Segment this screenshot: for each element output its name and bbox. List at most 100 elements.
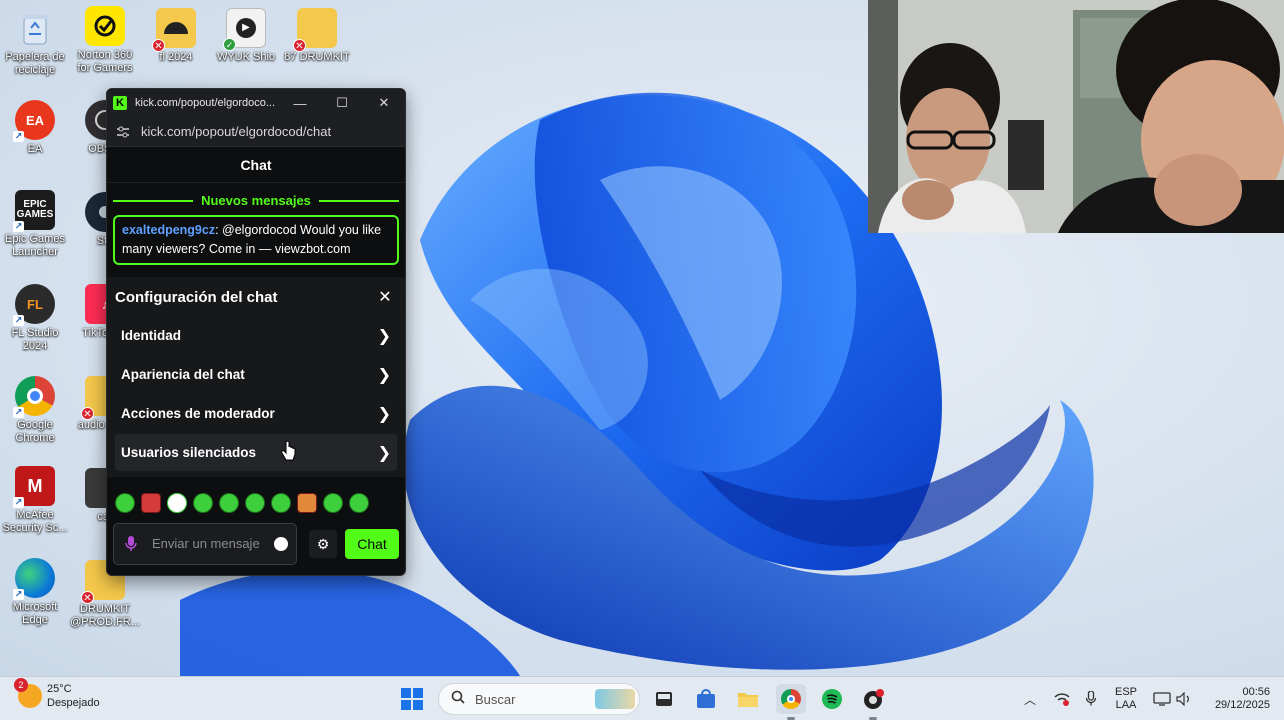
message-username[interactable]: exaltedpeng9cz [122,223,215,237]
chevron-right-icon: ❯ [377,327,391,345]
desktop-icon-edge[interactable]: ↗ Microsoft Edge [0,558,70,627]
sync-error-icon: ✕ [152,39,165,52]
emote-icon[interactable] [297,493,317,513]
new-messages-label: Nuevos mensajes [195,192,317,208]
shortcut-arrow-icon: ↗ [13,589,24,600]
desktop-icon-epic-games[interactable]: EPIC GAMES ↗ Epic Games Launcher [0,190,70,259]
show-hidden-icons-chevron-icon[interactable]: ︿ [1016,685,1044,713]
input-language[interactable]: ESP LAA [1112,686,1140,712]
desktop-icon-recycle-bin[interactable]: Papelera de reciclaje [0,8,70,77]
desktop-icon-norton[interactable]: Norton 360 for Gamers [70,6,140,75]
divider-line-left [113,200,193,202]
settings-item-appearance[interactable]: Apariencia del chat ❯ [115,356,397,393]
volume-icon[interactable] [1170,685,1198,713]
settings-item-moderator-actions[interactable]: Acciones de moderador ❯ [115,395,397,432]
desktop-icon-87-drumkit[interactable]: ✕ 87 DRUMKIT [282,8,352,64]
clock-time: 00:56 [1242,686,1270,698]
desktop-icon-mcafee[interactable]: M ↗ McAfee Security Sc... [0,466,70,535]
keyboard-layout: LAA [1115,699,1137,711]
chrome-taskbar-icon[interactable] [776,684,806,714]
webcam-overlay [868,0,1284,233]
minimize-button[interactable]: — [279,89,321,117]
window-titlebar[interactable]: K kick.com/popout/elgordoco... — ☐ ✕ [107,89,405,117]
desktop-icon-label: Google Chrome [15,419,55,444]
desktop-icon-label: EA [27,143,43,155]
new-messages-divider[interactable]: Nuevos mensajes [107,185,405,215]
microsoft-store-icon[interactable] [692,685,720,713]
start-button[interactable] [398,685,426,713]
taskbar-search[interactable]: Buscar [438,683,640,715]
language-code: ESP [1114,686,1137,698]
microphone-icon[interactable] [122,535,140,553]
weather-sun-icon: 2 [14,678,42,708]
spotify-icon[interactable] [818,685,846,713]
desktop-icon-chrome[interactable]: ↗ Google Chrome [0,376,70,445]
emote-icon[interactable] [167,493,187,513]
desktop-icon-label: WYUK Shio [216,51,276,63]
emote-icon[interactable] [115,493,135,513]
send-chat-button[interactable]: Chat [345,529,399,559]
shortcut-arrow-icon: ↗ [13,497,24,508]
emote-icon[interactable] [271,493,291,513]
mcafee-icon: M ↗ [13,466,55,508]
message-input-placeholder: Enviar un mensaje [152,536,260,551]
fl-studio-icon: FL ↗ [13,284,55,326]
shortcut-arrow-icon: ↗ [13,407,24,418]
maximize-button[interactable]: ☐ [321,89,363,117]
emote-icon[interactable] [245,493,265,513]
close-settings-button[interactable]: ✕ [373,287,397,307]
emote-icon[interactable] [193,493,213,513]
ea-icon: EA ↗ [13,100,55,142]
emote-icon[interactable] [323,493,343,513]
media-file-icon: ▶ ✓ [223,8,266,51]
sync-error-icon: ✕ [81,407,94,420]
address-bar[interactable]: kick.com/popout/elgordocod/chat [107,117,405,147]
settings-title: Configuración del chat [115,288,278,306]
desktop-icon-fl-2024[interactable]: ✕ fl 2024 [141,8,211,64]
site-settings-icon[interactable] [115,124,131,140]
emoji-picker-icon[interactable] [274,537,288,551]
game-app-icon[interactable] [860,685,888,713]
settings-header: Configuración del chat ✕ [107,277,405,317]
desktop-icon-label: FL Studio 2024 [11,327,59,352]
desktop-icon-fl-studio[interactable]: FL ↗ FL Studio 2024 [0,284,70,353]
search-icon [451,690,465,709]
chat-settings-gear-button[interactable]: ⚙ [309,530,337,558]
notification-badge: 2 [14,678,28,692]
chevron-right-icon: ❯ [377,444,391,462]
chat-settings-panel: Configuración del chat ✕ Identidad ❯ Apa… [107,277,405,477]
desktop-icon-label: 87 DRUMKIT [284,51,350,63]
microphone-tray-icon[interactable] [1077,685,1105,713]
task-view-icon[interactable] [650,685,678,713]
taskbar: 2 25°C Despejado Buscar ︿ ESP LAA 00:56 … [0,676,1284,720]
settings-item-label: Identidad [121,328,181,343]
shortcut-arrow-icon: ↗ [13,131,24,142]
kick-logo-icon: K [113,96,127,110]
emote-quick-bar [115,493,369,513]
desktop-icon-ea[interactable]: EA ↗ EA [0,100,70,156]
network-icon[interactable] [1048,685,1076,713]
settings-item-identity[interactable]: Identidad ❯ [115,317,397,354]
url-text[interactable]: kick.com/popout/elgordocod/chat [141,124,331,139]
weather-widget[interactable]: 2 25°C Despejado [14,678,100,710]
synced-icon: ✓ [223,38,236,51]
message-input[interactable]: Enviar un mensaje [113,523,297,565]
desktop-icon-label: Papelera de reciclaje [5,51,65,76]
close-window-button[interactable]: ✕ [363,89,405,117]
chat-header: Chat [107,147,405,183]
emote-icon[interactable] [349,493,369,513]
settings-item-muted-users[interactable]: Usuarios silenciados ❯ [115,434,397,471]
divider-line-right [319,200,399,202]
clock[interactable]: 00:56 29/12/2025 [1204,686,1270,712]
desktop-icon-wyuk-shio[interactable]: ▶ ✓ WYUK Shio [211,8,281,64]
chat-message[interactable]: exaltedpeng9cz: @elgordocod Would you li… [113,215,399,265]
file-explorer-icon[interactable] [734,685,762,713]
window-title: kick.com/popout/elgordoco... [135,97,276,109]
kick-chat-popout-window[interactable]: K kick.com/popout/elgordoco... — ☐ ✕ kic… [106,88,406,576]
desktop-icon-label: fl 2024 [159,51,193,63]
emote-icon[interactable] [141,493,161,513]
shortcut-arrow-icon: ↗ [13,315,24,326]
epic-games-icon: EPIC GAMES ↗ [13,190,55,232]
norton-icon [85,6,125,46]
emote-icon[interactable] [219,493,239,513]
